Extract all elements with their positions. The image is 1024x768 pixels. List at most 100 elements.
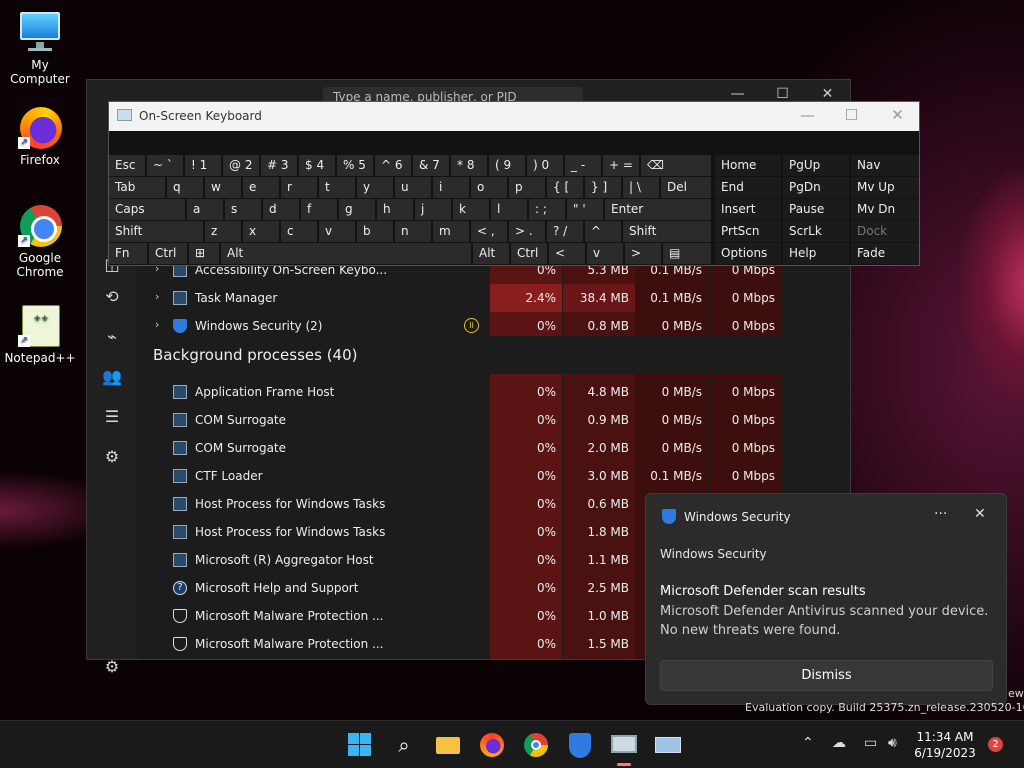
- nav-services-icon[interactable]: ⚙: [101, 446, 123, 468]
- key-b[interactable]: b: [357, 221, 393, 242]
- key-2[interactable]: @ 2: [223, 155, 259, 176]
- network-off-icon[interactable]: ☁: [832, 735, 846, 751]
- key-l[interactable]: l: [491, 199, 527, 220]
- desktop-icon-firefox[interactable]: ↗ Firefox: [0, 105, 80, 167]
- key-p[interactable]: p: [509, 177, 545, 198]
- maximize-button[interactable]: ☐: [829, 106, 874, 124]
- key-t[interactable]: t: [319, 177, 355, 198]
- nav-startup-icon[interactable]: ⌁: [101, 326, 123, 348]
- notification-badge[interactable]: 2: [988, 737, 1003, 752]
- key-v[interactable]: v: [319, 221, 355, 242]
- chevron-right-icon[interactable]: ›: [155, 290, 159, 303]
- key-dock[interactable]: Dock: [851, 221, 919, 242]
- key-fn[interactable]: Fn: [109, 243, 147, 264]
- desktop-icon-my-computer[interactable]: My Computer: [0, 10, 80, 86]
- chevron-right-icon[interactable]: ›: [155, 318, 159, 331]
- key-right-bracket[interactable]: } ]: [585, 177, 621, 198]
- minimize-button[interactable]: —: [785, 106, 830, 124]
- key-q[interactable]: q: [167, 177, 203, 198]
- key-x[interactable]: x: [243, 221, 279, 242]
- table-row[interactable]: CTF Loader 0% 3.0 MB 0.1 MB/s 0 Mbps: [137, 462, 850, 490]
- key-6[interactable]: ^ 6: [375, 155, 411, 176]
- key-a[interactable]: a: [187, 199, 223, 220]
- key-o[interactable]: o: [471, 177, 507, 198]
- desktop-icon-chrome[interactable]: ↗ Google Chrome: [0, 203, 80, 279]
- key-r[interactable]: r: [281, 177, 317, 198]
- key-comma[interactable]: < ,: [471, 221, 507, 242]
- start-button[interactable]: [346, 731, 374, 759]
- key-nav[interactable]: Nav: [851, 155, 919, 176]
- key-mv-dn[interactable]: Mv Dn: [851, 199, 919, 220]
- windows-key-icon[interactable]: ⊞: [189, 243, 219, 264]
- key-help[interactable]: Help: [783, 243, 849, 264]
- key-left-bracket[interactable]: { [: [547, 177, 583, 198]
- key-1[interactable]: ! 1: [185, 155, 221, 176]
- key-del[interactable]: Del: [661, 177, 711, 198]
- key-7[interactable]: & 7: [413, 155, 449, 176]
- key-pgdn[interactable]: PgDn: [783, 177, 849, 198]
- key-fade[interactable]: Fade: [851, 243, 919, 264]
- settings-icon[interactable]: ⚙: [101, 656, 123, 678]
- key-prtscn[interactable]: PrtScn: [715, 221, 781, 242]
- key-f[interactable]: f: [301, 199, 337, 220]
- nav-details-icon[interactable]: ☰: [101, 406, 123, 428]
- key-ctrl-right[interactable]: Ctrl: [511, 243, 547, 264]
- volume-icon[interactable]: 🔊︎: [888, 735, 897, 751]
- close-button[interactable]: ✕: [875, 106, 920, 124]
- key-scrlk[interactable]: ScrLk: [783, 221, 849, 242]
- key-backslash[interactable]: | \: [623, 177, 659, 198]
- key-arrow-left[interactable]: <: [549, 243, 585, 264]
- key-k[interactable]: k: [453, 199, 489, 220]
- key-slash[interactable]: ? /: [547, 221, 583, 242]
- key-9[interactable]: ( 9: [489, 155, 525, 176]
- osk-titlebar[interactable]: On-Screen Keyboard — ☐ ✕: [109, 102, 919, 131]
- key-arrow-down[interactable]: v: [587, 243, 623, 264]
- key-0[interactable]: ) 0: [527, 155, 563, 176]
- desktop-icon-notepadpp[interactable]: ++ ↗ Notepad++: [0, 303, 80, 365]
- key-esc[interactable]: Esc: [109, 155, 145, 176]
- key-pgup[interactable]: PgUp: [783, 155, 849, 176]
- key-insert[interactable]: Insert: [715, 199, 781, 220]
- key-end[interactable]: End: [715, 177, 781, 198]
- key-alt-left[interactable]: Alt: [221, 243, 471, 264]
- key-arrow-up[interactable]: ^: [585, 221, 621, 242]
- key-quote[interactable]: " ': [567, 199, 603, 220]
- windows-security-icon[interactable]: [566, 731, 594, 759]
- key-caps[interactable]: Caps: [109, 199, 185, 220]
- more-options-icon[interactable]: ···: [934, 506, 947, 522]
- key-d[interactable]: d: [263, 199, 299, 220]
- dismiss-button[interactable]: Dismiss: [660, 660, 993, 691]
- key-minus[interactable]: _ -: [565, 155, 601, 176]
- clock[interactable]: 11:34 AM 6/19/2023: [910, 729, 980, 761]
- key-backspace[interactable]: ⌫: [641, 155, 711, 176]
- key-8[interactable]: * 8: [451, 155, 487, 176]
- close-icon[interactable]: ✕: [974, 506, 986, 522]
- key-e[interactable]: e: [243, 177, 279, 198]
- key-y[interactable]: y: [357, 177, 393, 198]
- menu-key-icon[interactable]: ▤: [663, 243, 711, 264]
- key-shift-right[interactable]: Shift: [623, 221, 711, 242]
- on-screen-keyboard-icon[interactable]: [654, 731, 682, 759]
- key-home[interactable]: Home: [715, 155, 781, 176]
- key-alt-right[interactable]: Alt: [473, 243, 509, 264]
- key-s[interactable]: s: [225, 199, 261, 220]
- key-i[interactable]: i: [433, 177, 469, 198]
- key-options[interactable]: Options: [715, 243, 781, 264]
- key-c[interactable]: c: [281, 221, 317, 242]
- key-period[interactable]: > .: [509, 221, 545, 242]
- key-m[interactable]: m: [433, 221, 469, 242]
- search-icon[interactable]: ⌕: [390, 731, 418, 759]
- key-mv-up[interactable]: Mv Up: [851, 177, 919, 198]
- key-equal[interactable]: + =: [603, 155, 639, 176]
- task-manager-icon[interactable]: [610, 731, 638, 766]
- key-w[interactable]: w: [205, 177, 241, 198]
- key-u[interactable]: u: [395, 177, 431, 198]
- nav-users-icon[interactable]: 👥: [101, 366, 123, 388]
- key-enter[interactable]: Enter: [605, 199, 711, 220]
- key-z[interactable]: z: [205, 221, 241, 242]
- chrome-icon[interactable]: [522, 731, 550, 759]
- table-row[interactable]: › Task Manager 2.4% 38.4 MB 0.1 MB/s 0 M…: [137, 284, 850, 312]
- key-3[interactable]: # 3: [261, 155, 297, 176]
- key-n[interactable]: n: [395, 221, 431, 242]
- table-row[interactable]: COM Surrogate 0% 0.9 MB 0 MB/s 0 Mbps: [137, 406, 850, 434]
